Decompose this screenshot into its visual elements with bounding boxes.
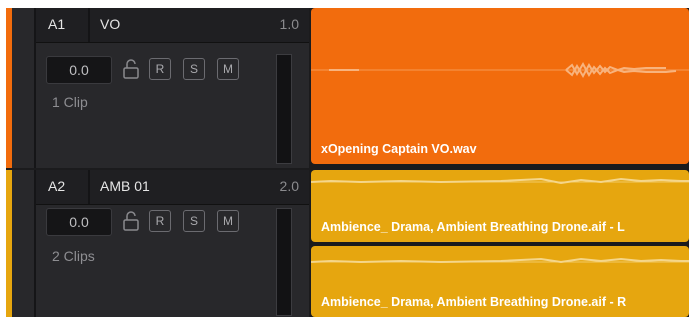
audio-meter xyxy=(276,208,292,316)
frame-bottom xyxy=(0,317,689,323)
divider xyxy=(88,8,90,42)
waveform xyxy=(311,257,689,264)
track-color-strip xyxy=(6,8,12,168)
volume-field[interactable]: 0.0 xyxy=(46,208,112,236)
track-header-a1[interactable]: A1 VO 1.0 0.0 R S M 1 Clip xyxy=(6,8,309,168)
track-title-row: A1 VO 1.0 xyxy=(36,8,309,43)
mute-button[interactable]: M xyxy=(217,210,239,232)
timeline[interactable]: xOpening Captain VO.wav Ambience_ Drama,… xyxy=(309,8,689,317)
solo-button[interactable]: S xyxy=(183,58,205,80)
track-id: A1 xyxy=(48,16,66,32)
audio-clip[interactable]: Ambience_ Drama, Ambient Breathing Drone… xyxy=(311,170,689,242)
clip-label: xOpening Captain VO.wav xyxy=(321,142,477,156)
clip-count: 2 Clips xyxy=(52,248,95,264)
mute-button[interactable]: M xyxy=(217,58,239,80)
track-level: 1.0 xyxy=(279,16,299,32)
track-name[interactable]: VO xyxy=(100,16,120,32)
clip-label: Ambience_ Drama, Ambient Breathing Drone… xyxy=(321,220,625,234)
waveform xyxy=(311,61,689,79)
record-button[interactable]: R xyxy=(149,58,171,80)
clip-count: 1 Clip xyxy=(52,94,88,110)
solo-button[interactable]: S xyxy=(183,210,205,232)
record-button[interactable]: R xyxy=(149,210,171,232)
track-color-strip xyxy=(6,170,12,317)
waveform xyxy=(311,177,689,185)
track-id: A2 xyxy=(48,178,66,194)
audio-clip[interactable]: Ambience_ Drama, Ambient Breathing Drone… xyxy=(311,246,689,317)
track-header-a2[interactable]: A2 AMB 01 2.0 0.0 R S M 2 Clips xyxy=(6,170,309,317)
track-title-row: A2 AMB 01 2.0 xyxy=(36,170,309,205)
frame-top xyxy=(0,0,689,8)
clip-label: Ambience_ Drama, Ambient Breathing Drone… xyxy=(321,295,627,309)
volume-field[interactable]: 0.0 xyxy=(46,56,112,84)
track-level: 2.0 xyxy=(279,178,299,194)
lock-icon[interactable] xyxy=(122,58,140,80)
audio-meter xyxy=(276,54,292,164)
divider xyxy=(88,170,90,204)
audio-clip[interactable]: xOpening Captain VO.wav xyxy=(311,8,689,164)
lock-icon[interactable] xyxy=(122,210,140,232)
track-name[interactable]: AMB 01 xyxy=(100,178,150,194)
